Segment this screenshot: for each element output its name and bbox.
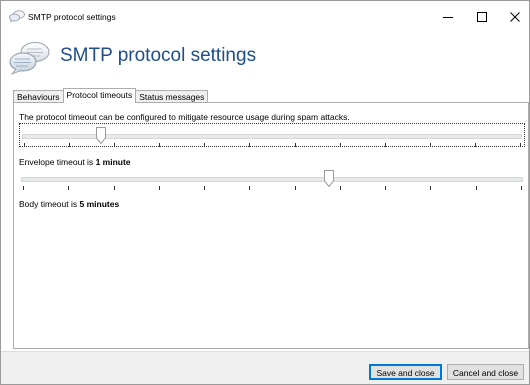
- envelope-timeout-label: Envelope timeout is 1 minute: [19, 157, 131, 167]
- slider-tick: [295, 143, 296, 147]
- slider-tick: [340, 143, 341, 147]
- window-title: SMTP protocol settings: [28, 12, 116, 22]
- slider-tick: [521, 186, 522, 190]
- maximize-icon: [477, 12, 487, 22]
- slider-thumb[interactable]: [324, 170, 334, 187]
- slider-tick: [204, 186, 205, 190]
- slider-tick: [114, 186, 115, 190]
- tab-panel-protocol-timeouts: The protocol timeout can be configured t…: [13, 102, 529, 349]
- slider-tick: [159, 186, 160, 190]
- dialog-footer: Save and close Cancel and close: [1, 351, 529, 384]
- slider-tick: [295, 186, 296, 190]
- speech-bubbles-icon: [9, 42, 50, 75]
- slider-thumb[interactable]: [96, 127, 106, 144]
- save-and-close-button[interactable]: Save and close: [369, 364, 442, 380]
- slider-tick: [475, 143, 476, 147]
- slider-tick: [340, 186, 341, 190]
- envelope-timeout-value: 1 minute: [95, 157, 131, 167]
- speech-bubbles-icon: [9, 10, 25, 22]
- slider-tick: [159, 143, 160, 147]
- envelope-timeout-prefix: Envelope timeout is: [19, 157, 94, 167]
- slider-tick: [114, 143, 115, 147]
- minimize-button[interactable]: [431, 1, 465, 33]
- slider-tick: [430, 186, 431, 190]
- body-timeout-slider[interactable]: [19, 167, 525, 191]
- slider-tick: [430, 143, 431, 147]
- slider-tick: [385, 186, 386, 190]
- slider-tick: [68, 186, 69, 190]
- timeout-description: The protocol timeout can be configured t…: [19, 112, 350, 122]
- slider-ticks: [19, 186, 525, 190]
- cancel-and-close-button[interactable]: Cancel and close: [447, 364, 524, 380]
- body-timeout-prefix: Body timeout is: [19, 199, 78, 209]
- body-timeout-label: Body timeout is 5 minutes: [19, 199, 119, 209]
- slider-tick: [385, 143, 386, 147]
- slider-tick: [69, 143, 70, 147]
- close-icon: [510, 12, 520, 22]
- slider-tick: [249, 143, 250, 147]
- minimize-icon: [443, 17, 453, 18]
- title-bar[interactable]: SMTP protocol settings: [1, 1, 529, 33]
- tab-strip: Behaviours Protocol timeouts Status mess…: [13, 88, 209, 103]
- slider-tick: [520, 143, 521, 147]
- close-button[interactable]: [498, 1, 529, 33]
- slider-tick: [476, 186, 477, 190]
- settings-window: SMTP protocol settings SMTP protocol set…: [0, 0, 530, 385]
- slider-tick: [249, 186, 250, 190]
- envelope-timeout-slider[interactable]: [19, 123, 525, 147]
- slider-tick: [24, 143, 25, 147]
- slider-track: [21, 177, 523, 182]
- maximize-button[interactable]: [465, 1, 499, 33]
- body-timeout-value: 5 minutes: [79, 199, 120, 209]
- dialog-header: SMTP protocol settings: [1, 33, 529, 85]
- slider-tick: [204, 143, 205, 147]
- tab-protocol-timeouts[interactable]: Protocol timeouts: [62, 88, 137, 103]
- page-title: SMTP protocol settings: [60, 45, 257, 66]
- slider-tick: [23, 186, 24, 190]
